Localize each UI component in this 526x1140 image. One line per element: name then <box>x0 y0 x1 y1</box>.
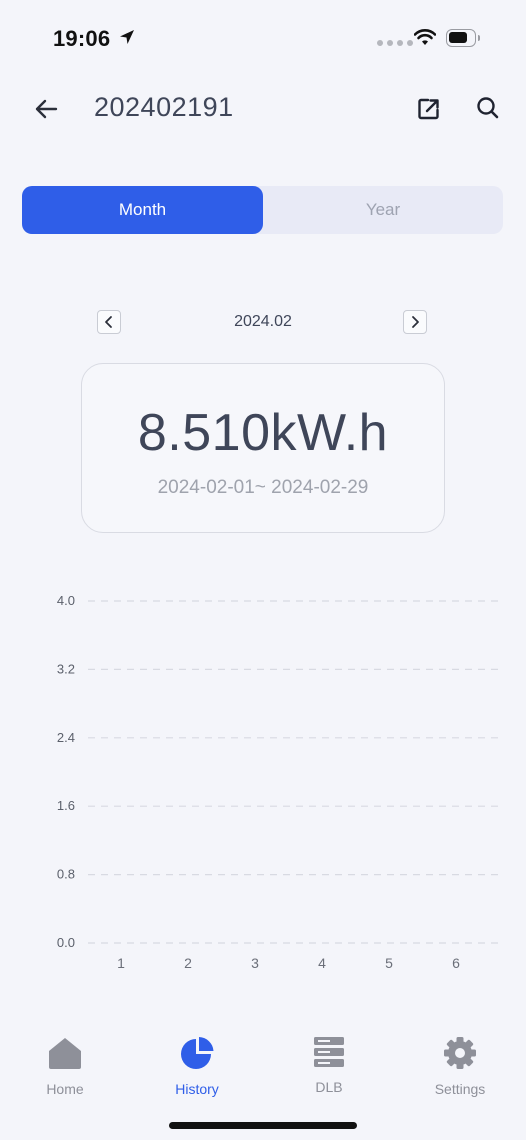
back-arrow-icon[interactable] <box>30 93 62 125</box>
current-period: 2024.02 <box>234 313 292 330</box>
export-icon[interactable] <box>416 96 442 122</box>
y-tick-label: 0.8 <box>57 867 75 882</box>
x-tick-label: 2 <box>184 955 192 971</box>
date-range: 2024-02-01~ 2024-02-29 <box>157 477 369 498</box>
chevron-right-icon <box>412 316 419 328</box>
cellular-signal-icon <box>377 40 413 46</box>
tab-history[interactable]: History <box>142 1036 252 1097</box>
tab-home-label: Home <box>46 1081 84 1097</box>
tab-settings-label: Settings <box>434 1081 486 1097</box>
gear-icon <box>444 1037 476 1069</box>
tab-dlb[interactable]: DLB <box>274 1036 384 1095</box>
search-icon[interactable] <box>475 95 501 121</box>
y-tick-label: 1.6 <box>57 798 75 813</box>
battery-icon <box>446 29 476 47</box>
x-tick-label: 5 <box>385 955 393 971</box>
tab-dlb-label: DLB <box>315 1079 343 1095</box>
segment-year[interactable]: Year <box>263 186 503 234</box>
tab-home[interactable]: Home <box>10 1036 120 1097</box>
wifi-icon <box>414 29 436 45</box>
segment-month[interactable]: Month <box>22 186 263 234</box>
tab-history-label: History <box>175 1081 219 1097</box>
pie-chart-icon <box>181 1037 214 1069</box>
y-tick-label: 4.0 <box>57 593 75 608</box>
next-period-button[interactable] <box>403 310 427 334</box>
page-title: 202402191 <box>94 92 234 122</box>
total-energy-value: 8.510kW.h <box>137 404 389 462</box>
battery-tip <box>478 35 480 41</box>
x-tick-label: 4 <box>318 955 326 971</box>
home-indicator <box>169 1122 357 1129</box>
chevron-left-icon <box>105 316 112 328</box>
status-time: 19:06 <box>53 26 111 51</box>
x-tick-label: 1 <box>117 955 125 971</box>
previous-period-button[interactable] <box>97 310 121 334</box>
server-icon <box>314 1037 344 1067</box>
tab-settings[interactable]: Settings <box>405 1036 515 1097</box>
home-icon <box>49 1038 81 1069</box>
y-tick-label: 2.4 <box>57 730 75 745</box>
y-tick-label: 3.2 <box>57 661 75 676</box>
x-tick-label: 6 <box>452 955 460 971</box>
energy-bar-chart: 4.0 3.2 2.4 1.6 0.8 0.0 1 2 3 4 5 6 <box>57 593 498 971</box>
y-tick-label: 0.0 <box>57 935 75 950</box>
x-tick-label: 3 <box>251 955 259 971</box>
location-arrow-icon <box>120 30 134 44</box>
